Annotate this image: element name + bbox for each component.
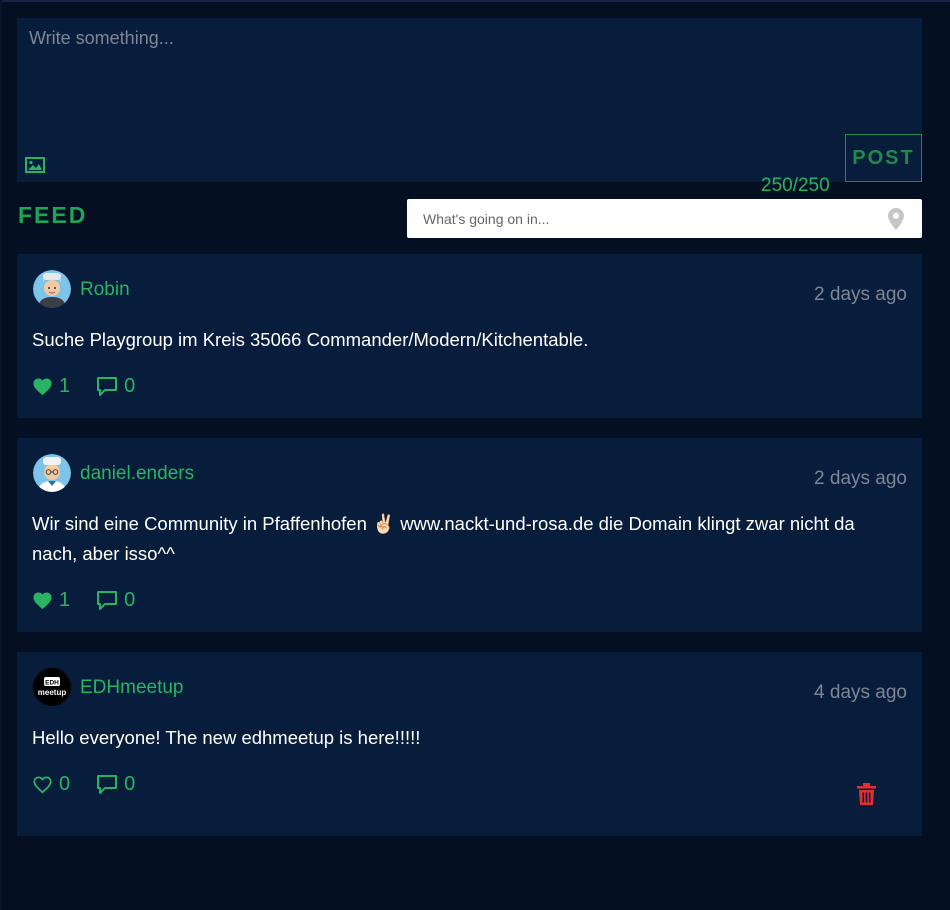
post-text: Hello everyone! The new edhmeetup is her… <box>32 727 421 748</box>
comment-button[interactable]: 0 <box>96 375 135 398</box>
post-actions: 1 0 <box>32 588 135 612</box>
post-composer: 250/250 POST <box>17 18 922 196</box>
avatar-text-bottom: meetup <box>38 688 67 697</box>
comment-icon <box>97 590 118 610</box>
like-count: 1 <box>59 374 71 397</box>
like-count: 1 <box>59 588 71 611</box>
post-text: Wir sind eine Community in Pfaffenhofen … <box>32 513 855 564</box>
location-search <box>407 199 922 238</box>
comment-count: 0 <box>124 588 136 611</box>
post-card: Robin 2 days ago Suche Playgroup im Krei… <box>17 254 922 418</box>
character-counter: 250/250 <box>761 175 830 196</box>
comment-icon <box>97 774 118 794</box>
user-avatar[interactable] <box>33 454 71 492</box>
feed-title: FEED <box>18 202 88 228</box>
post-username[interactable]: daniel.enders <box>80 463 194 485</box>
user-avatar[interactable]: EDH meetup <box>33 668 71 706</box>
user-avatar[interactable] <box>33 270 71 308</box>
like-button[interactable]: 0 <box>32 773 70 796</box>
post-text: Suche Playgroup im Kreis 35066 Commander… <box>32 329 589 350</box>
heart-filled-icon <box>33 592 52 609</box>
post-timestamp: 2 days ago <box>814 284 907 305</box>
heart-filled-icon <box>33 378 52 395</box>
comment-button[interactable]: 0 <box>96 773 135 796</box>
post-card: EDH meetup EDHmeetup 4 days ago Hello ev… <box>17 652 922 836</box>
post-timestamp: 4 days ago <box>814 682 907 703</box>
image-upload-icon[interactable] <box>25 157 45 173</box>
location-search-input[interactable] <box>423 199 873 238</box>
comment-button[interactable]: 0 <box>96 589 135 612</box>
post-card: daniel.enders 2 days ago Wir sind eine C… <box>17 438 922 632</box>
top-border <box>0 0 950 2</box>
comment-count: 0 <box>124 374 136 397</box>
comment-count: 0 <box>124 772 136 795</box>
post-username[interactable]: EDHmeetup <box>80 677 184 699</box>
post-button[interactable]: POST <box>845 134 922 182</box>
post-timestamp: 2 days ago <box>814 468 907 489</box>
left-border <box>0 0 2 910</box>
like-count: 0 <box>59 772 71 795</box>
location-pin-icon[interactable] <box>888 208 904 230</box>
post-actions: 1 0 <box>32 374 135 398</box>
like-button[interactable]: 1 <box>32 589 70 612</box>
post-actions: 0 0 <box>32 772 135 796</box>
avatar-text-top: EDH <box>45 679 59 686</box>
comment-icon <box>97 376 118 396</box>
post-username[interactable]: Robin <box>80 279 130 301</box>
trash-icon[interactable] <box>857 783 876 805</box>
like-button[interactable]: 1 <box>32 375 70 398</box>
post-textarea[interactable] <box>29 28 909 128</box>
heart-outline-icon <box>33 776 52 793</box>
